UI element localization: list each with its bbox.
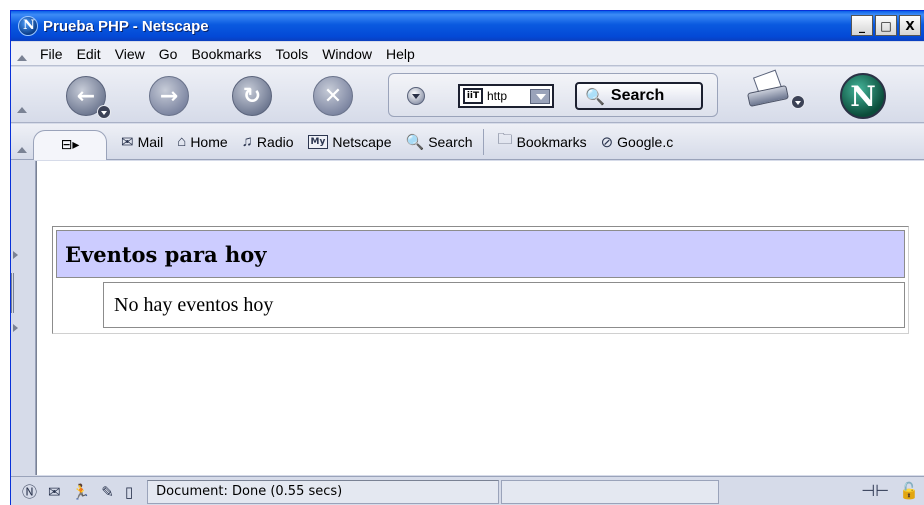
nav-toolbar-grip[interactable]	[17, 107, 27, 113]
address-book-icon[interactable]: ▯	[125, 483, 133, 501]
netscape-throbber-logo[interactable]: N	[840, 73, 886, 119]
folder-icon: 🗀	[497, 131, 513, 148]
toolbar-google-label: Google.c	[617, 133, 674, 150]
mail-icon[interactable]: ✉	[48, 483, 61, 501]
personal-toolbar: ⊟▸ ✉ Mail ⌂ Home ♫ Radio My Netscape 🔍 S…	[11, 124, 924, 160]
back-arrow-icon: ←	[76, 83, 96, 109]
toolbar-home-label: Home	[190, 133, 228, 150]
title-bar[interactable]: Prueba PHP - Netscape _ □ X	[11, 11, 924, 41]
menu-tools[interactable]: Tools	[269, 46, 316, 62]
menu-help[interactable]: Help	[379, 46, 422, 62]
printer-icon	[746, 84, 790, 108]
mail-icon: ✉	[121, 133, 134, 151]
toolbar-home[interactable]: ⌂ Home	[177, 133, 227, 150]
sidebar-grip	[11, 273, 14, 313]
print-button[interactable]	[746, 69, 792, 108]
window-controls: _ □ X	[851, 15, 921, 36]
toolbar-google[interactable]: ⊘ Google.c	[601, 133, 674, 151]
netscape-app-icon[interactable]	[18, 16, 38, 36]
radio-headphones-icon: ♫	[241, 133, 253, 150]
events-table: Eventos para hoy No hay eventos hoy	[52, 226, 909, 334]
go-dropdown-button[interactable]	[407, 87, 425, 105]
url-panel: iiT http 🔍 Search	[388, 73, 718, 117]
menu-go[interactable]: Go	[152, 46, 185, 62]
menu-window[interactable]: Window	[315, 46, 379, 62]
toolbar-radio-label: Radio	[256, 133, 294, 150]
page-proxy-icon[interactable]: iiT	[463, 88, 483, 104]
online-connection-icon[interactable]: ⊣⊢	[861, 481, 889, 500]
toolbar-separator	[482, 128, 484, 155]
reload-icon: ↻	[242, 83, 262, 109]
progress-meter	[501, 479, 720, 504]
forward-arrow-icon: →	[159, 83, 179, 109]
menu-bookmarks[interactable]: Bookmarks	[184, 46, 268, 62]
search-button[interactable]: 🔍 Search	[575, 82, 703, 110]
close-button[interactable]: X	[899, 15, 921, 36]
toolbar-mail[interactable]: ✉ Mail	[121, 133, 163, 151]
toolbar-bookmarks-label: Bookmarks	[516, 133, 587, 150]
toolbar-mail-label: Mail	[137, 133, 164, 150]
my-netscape-icon: My	[307, 134, 329, 149]
sidebar-expand-arrow-icon	[13, 251, 18, 259]
search-button-label: Search	[610, 87, 665, 104]
bookmark-icon: ⊘	[600, 133, 614, 151]
status-indicators: ⊣⊢ 🔓	[861, 481, 919, 500]
toolbar-netscape-label: Netscape	[332, 133, 392, 150]
search-icon: 🔍	[405, 133, 425, 151]
menu-bar-grip[interactable]	[11, 42, 33, 65]
magnifier-icon: 🔍	[585, 86, 605, 106]
url-text: http	[487, 89, 508, 103]
tab-icon: ⊟▸	[60, 137, 80, 153]
browser-window: Prueba PHP - Netscape _ □ X File Edit Vi…	[10, 10, 924, 505]
menu-edit[interactable]: Edit	[70, 46, 108, 62]
home-icon: ⌂	[177, 133, 187, 150]
toolbar-bookmarks[interactable]: 🗀 Bookmarks	[498, 129, 587, 154]
new-tab-button[interactable]: ⊟▸	[33, 129, 107, 160]
reload-button[interactable]: ↻	[232, 76, 272, 116]
status-bar: Ⓝ ✉ 🏃 ✎ ▯ Document: Done (0.55 secs) ⊣⊢ …	[11, 476, 924, 505]
maximize-button[interactable]: □	[875, 15, 897, 36]
back-history-dropdown[interactable]	[97, 105, 111, 119]
toolbar-search[interactable]: 🔍 Search	[406, 133, 473, 151]
toolbar-radio[interactable]: ♫ Radio	[242, 133, 294, 150]
navigator-icon[interactable]: Ⓝ	[22, 481, 37, 502]
events-header: Eventos para hoy	[56, 230, 905, 278]
menu-file[interactable]: File	[33, 46, 70, 62]
stop-icon: ✕	[323, 83, 343, 109]
page-content: Eventos para hoy No hay eventos hoy	[36, 161, 924, 475]
stop-button[interactable]: ✕	[313, 76, 353, 116]
toolbar-search-label: Search	[428, 133, 473, 150]
navigation-toolbar: ← → ↻ ✕ iiT http 🔍 Search N	[11, 67, 924, 123]
minimize-button[interactable]: _	[851, 15, 873, 36]
forward-button[interactable]: →	[149, 76, 189, 116]
personal-toolbar-grip[interactable]	[11, 124, 33, 159]
events-row: No hay eventos hoy	[103, 282, 905, 328]
sidebar-expand-arrow-icon	[13, 324, 18, 332]
status-text: Document: Done (0.55 secs)	[147, 479, 500, 504]
toolbar-my-netscape[interactable]: My Netscape	[307, 133, 392, 150]
menu-view[interactable]: View	[108, 46, 152, 62]
security-lock-icon[interactable]: 🔓	[899, 481, 919, 500]
composer-icon[interactable]: ✎	[101, 483, 114, 501]
url-input[interactable]: iiT http	[458, 84, 554, 108]
window-title: Prueba PHP - Netscape	[43, 17, 209, 35]
url-history-dropdown[interactable]	[530, 89, 550, 104]
print-options-dropdown[interactable]	[791, 95, 805, 109]
sidebar-splitter[interactable]	[11, 161, 36, 475]
menu-bar: File Edit View Go Bookmarks Tools Window…	[11, 42, 924, 66]
aim-icon[interactable]: 🏃	[72, 483, 91, 501]
